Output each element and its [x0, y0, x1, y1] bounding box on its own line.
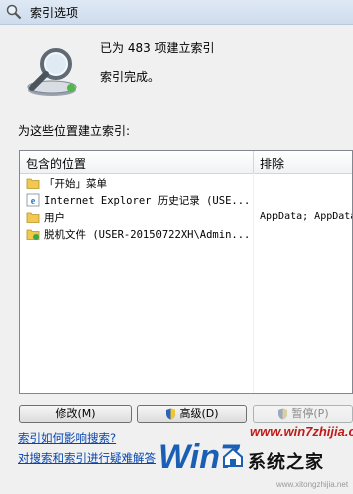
list-item[interactable]: 用户 AppData; AppData: [20, 209, 352, 226]
watermark-small-url: www.xitongzhijia.net: [276, 480, 349, 489]
uac-shield-icon: [166, 408, 176, 420]
window-title: 索引选项: [30, 6, 79, 20]
uac-shield-icon: [278, 408, 288, 420]
svg-text:e: e: [31, 196, 36, 207]
title-bar: 索引选项: [0, 0, 353, 25]
site-watermark: Win7 www.win7zhijia.cn 系统之家 www.xitongzh…: [150, 420, 353, 494]
advanced-button-label: 高级(D): [179, 407, 219, 420]
locations-section-label: 为这些位置建立索引:: [18, 124, 131, 138]
location-name: 脱机文件 (USER-20150722XH\Admin...: [44, 229, 249, 241]
list-header: 包含的位置 排除: [20, 151, 352, 174]
folder-icon: [26, 178, 40, 189]
column-header-included[interactable]: 包含的位置: [26, 155, 86, 172]
indexing-status-text: 索引完成。: [100, 70, 161, 84]
list-item[interactable]: 脱机文件 (USER-20150722XH\Admin...: [20, 226, 352, 243]
list-item[interactable]: e Internet Explorer 历史记录 (USE...: [20, 192, 352, 209]
troubleshoot-link[interactable]: 对搜索和索引进行疑难解答: [18, 450, 156, 466]
watermark-url: www.win7zhijia.cn: [250, 424, 353, 439]
list-item[interactable]: 「开始」菜单: [20, 175, 352, 192]
search-help-link[interactable]: 索引如何影响搜索?: [18, 430, 116, 446]
watermark-brand: 系统之家: [248, 452, 324, 472]
house-logo-icon: [223, 447, 243, 467]
column-divider[interactable]: [253, 151, 254, 173]
indexed-count-text: 已为 483 项建立索引: [100, 41, 215, 55]
column-header-excluded[interactable]: 排除: [260, 155, 284, 172]
ie-history-icon: e: [26, 193, 40, 207]
exclusion-value: AppData; AppData: [260, 211, 353, 222]
location-name: 「开始」菜单: [44, 178, 107, 190]
indexing-magnifier-icon: [27, 48, 77, 96]
offline-files-icon: [26, 229, 40, 240]
pause-button-label: 暂停(P): [291, 407, 329, 420]
indexed-locations-list[interactable]: 包含的位置 排除 「开始」菜单 e Internet Explorer 历史记录…: [19, 150, 353, 394]
magnifier-icon: [6, 4, 22, 20]
location-name: 用户: [44, 212, 65, 224]
modify-button[interactable]: 修改(M): [19, 405, 132, 423]
folder-icon: [26, 212, 40, 223]
location-name: Internet Explorer 历史记录 (USE...: [44, 195, 249, 207]
